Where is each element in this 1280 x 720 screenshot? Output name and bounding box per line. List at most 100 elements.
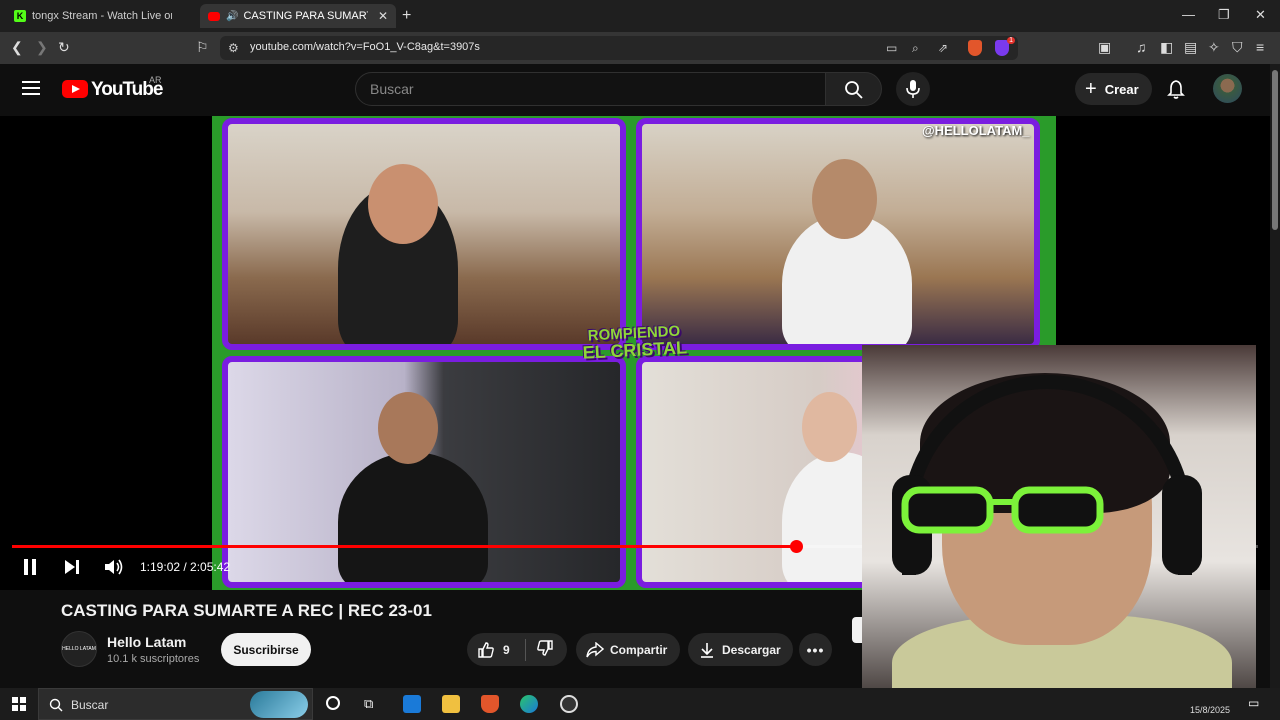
cortana-icon[interactable]	[326, 696, 340, 710]
more-horizontal-icon: •••	[806, 641, 825, 658]
thumbs-down-icon	[537, 640, 553, 656]
channel-avatar-text: HELLO LATAM	[62, 646, 96, 652]
create-label: Crear	[1104, 81, 1139, 97]
notifications-bell-icon[interactable]	[1167, 79, 1185, 99]
microphone-icon	[906, 80, 920, 98]
speaker-icon[interactable]: 🔊	[226, 11, 238, 22]
video-title: CASTING PARA SUMARTE A REC | REC 23-01	[61, 601, 432, 620]
search-highlight-image	[250, 691, 308, 718]
taskbar-search-placeholder: Buscar	[71, 698, 109, 712]
share-button[interactable]: Compartir	[576, 633, 680, 666]
vpn-icon[interactable]: ⛉	[1232, 39, 1243, 56]
task-view-icon[interactable]: ⧉	[364, 696, 373, 712]
show-logo: ROMPIENDO EL CRISTAL	[581, 323, 690, 382]
share-label: Compartir	[610, 642, 668, 657]
panel-icon[interactable]: ◧	[1160, 39, 1173, 56]
download-icon	[701, 642, 713, 658]
search-input[interactable]	[356, 73, 825, 105]
volume-icon[interactable]	[104, 558, 124, 576]
wallet-icon[interactable]: ▤	[1184, 39, 1197, 56]
leo-icon[interactable]: ✧	[1208, 39, 1220, 56]
video-panel-top-left	[222, 118, 626, 350]
browser-nav-bar: ❮ ❯ ↻ ⚐ ⚙ youtube.com/watch?v=FoO1_V-C8a…	[0, 32, 1280, 64]
url-text[interactable]: youtube.com/watch?v=FoO1_V-C8ag&t=3907s	[250, 41, 480, 53]
media-icon[interactable]: ♫	[1136, 39, 1147, 55]
like-button[interactable]: 9	[467, 641, 525, 659]
windows-taskbar: Buscar ⧉ 15/8/2025 ▭	[0, 688, 1280, 720]
brave-rewards-icon[interactable]: 1	[995, 37, 1015, 56]
tab-kick[interactable]: K tongx Stream - Watch Live on Kic	[6, 4, 196, 28]
progress-fill	[12, 545, 796, 548]
youtube-header: YouTube AR + Crear	[0, 64, 1270, 116]
obs-icon[interactable]	[560, 695, 578, 713]
kick-icon: K	[14, 10, 26, 22]
zoom-icon[interactable]: ⌕	[912, 41, 919, 56]
mail-icon[interactable]	[403, 695, 421, 713]
subscribe-button[interactable]: Suscribirse	[221, 633, 311, 666]
notification-center-icon[interactable]: ▭	[1248, 696, 1259, 710]
next-video-icon[interactable]	[64, 558, 80, 576]
browser-tab-bar: K tongx Stream - Watch Live on Kic 🔊 CAS…	[0, 0, 1280, 32]
youtube-logo-icon[interactable]	[62, 80, 88, 98]
thumbs-up-icon	[478, 641, 494, 658]
hamburger-menu-icon[interactable]	[22, 81, 40, 99]
file-explorer-icon[interactable]	[442, 695, 460, 713]
guest-head	[802, 392, 857, 462]
taskbar-search[interactable]: Buscar	[38, 688, 313, 720]
page-scrollbar[interactable]	[1270, 64, 1280, 688]
side-panel-edge	[852, 617, 862, 643]
voice-search-button[interactable]	[896, 72, 930, 106]
reload-icon[interactable]: ↻	[58, 39, 70, 56]
like-dislike-group: 9	[467, 633, 567, 666]
edge-icon[interactable]	[520, 695, 538, 713]
tab-title: CASTING PARA SUMARTE A R	[243, 10, 368, 22]
search-icon	[845, 81, 863, 99]
host-head	[368, 164, 438, 244]
progress-scrubber[interactable]	[789, 540, 803, 553]
green-sunglasses	[901, 486, 1104, 534]
close-window-icon[interactable]: ✕	[1255, 7, 1266, 23]
download-button[interactable]: Descargar	[688, 633, 793, 666]
tab-title: tongx Stream - Watch Live on Kic	[32, 10, 172, 22]
show-logo-line2: EL CRISTAL	[582, 337, 688, 363]
taskbar-date: 15/8/2025	[1190, 705, 1231, 715]
like-count: 9	[503, 642, 510, 657]
new-tab-icon[interactable]: +	[402, 7, 411, 25]
channel-handle-overlay: @HELLOLATAM_	[922, 123, 1030, 138]
search-box[interactable]	[355, 72, 826, 106]
more-actions-button[interactable]: •••	[799, 633, 832, 666]
headphone-cup-right	[1162, 475, 1202, 575]
forward-icon[interactable]: ❯	[36, 39, 48, 56]
share-icon[interactable]: ⇗	[938, 41, 948, 55]
bookmark-icon[interactable]: ⚐	[196, 39, 209, 56]
close-tab-icon[interactable]: ✕	[378, 9, 388, 23]
address-bar[interactable]: ⚙ youtube.com/watch?v=FoO1_V-C8ag&t=3907…	[220, 36, 1018, 60]
download-label: Descargar	[722, 642, 781, 657]
minimize-icon[interactable]: —	[1182, 7, 1195, 22]
video-panel-top-right	[636, 118, 1040, 350]
tab-youtube[interactable]: 🔊 CASTING PARA SUMARTE A R ✕	[200, 4, 396, 28]
back-icon[interactable]: ❮	[11, 39, 23, 56]
scrollbar-thumb[interactable]	[1272, 70, 1278, 230]
dislike-button[interactable]	[526, 639, 554, 660]
menu-icon[interactable]: ≡	[1256, 39, 1264, 55]
brave-shield-icon[interactable]	[968, 40, 982, 56]
brave-browser-icon[interactable]	[481, 695, 499, 713]
pause-icon[interactable]	[22, 558, 38, 576]
site-info-icon[interactable]: ⚙	[228, 41, 239, 55]
account-avatar[interactable]	[1213, 74, 1242, 103]
channel-avatar[interactable]: HELLO LATAM	[61, 631, 97, 667]
restore-icon[interactable]: ❐	[1218, 7, 1230, 23]
video-panel-bottom-left	[222, 356, 626, 588]
channel-name[interactable]: Hello Latam	[107, 634, 186, 650]
plus-icon: +	[1085, 77, 1097, 100]
sidebar-icon[interactable]: ▣	[1098, 39, 1111, 56]
subscriber-count: 10.1 k suscriptores	[107, 653, 200, 665]
cast-icon[interactable]: ▭	[886, 41, 897, 55]
guest-figure	[338, 452, 488, 582]
country-code: AR	[149, 75, 162, 85]
guest-head	[378, 392, 438, 464]
create-button[interactable]: + Crear	[1075, 73, 1152, 105]
windows-start-icon[interactable]	[12, 697, 26, 711]
search-button[interactable]	[825, 72, 882, 106]
